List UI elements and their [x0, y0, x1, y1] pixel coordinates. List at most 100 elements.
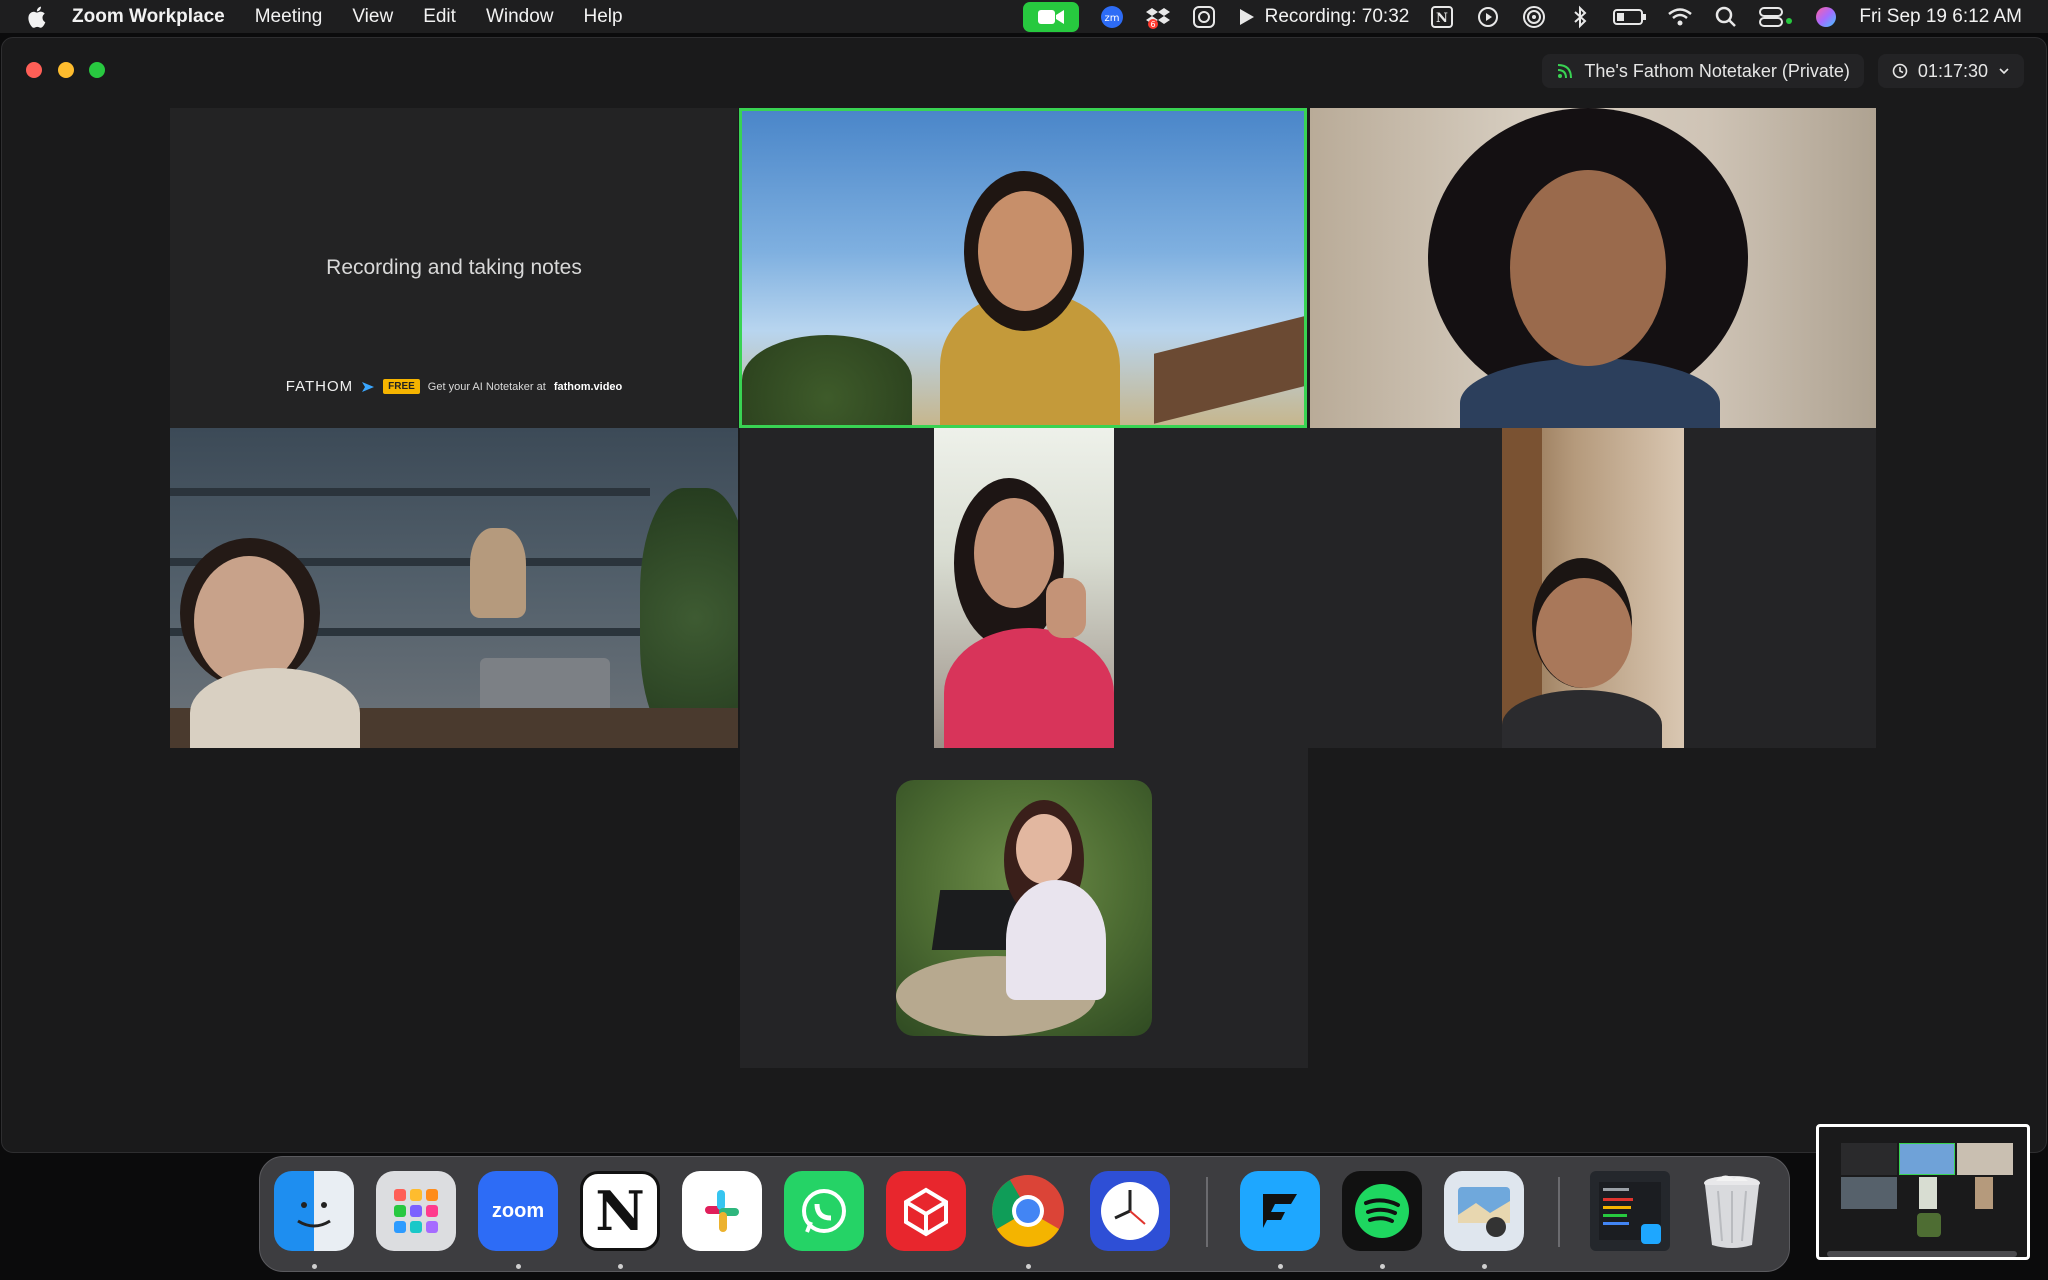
- bluetooth-icon[interactable]: [1567, 5, 1593, 29]
- aperture-icon[interactable]: [1191, 5, 1217, 29]
- menu-bar: Zoom Workplace Meeting View Edit Window …: [0, 0, 2048, 33]
- signal-icon: [1558, 64, 1573, 79]
- thumbnail-tile: [1841, 1177, 1897, 1209]
- clock-icon[interactable]: [1090, 1171, 1170, 1251]
- participant-face: [974, 498, 1054, 608]
- participant-video-6[interactable]: [896, 780, 1152, 1036]
- recording-status[interactable]: Recording: 70:32: [1237, 5, 1410, 28]
- railing: [1154, 316, 1304, 424]
- broadcast-icon: [1239, 8, 1254, 25]
- chevron-down-icon: [1999, 68, 2009, 75]
- running-indicator: [618, 1264, 623, 1269]
- participant-face: [1510, 170, 1666, 366]
- meeting-timer[interactable]: 01:17:30: [1877, 54, 2024, 88]
- dock-separator: [1558, 1177, 1560, 1247]
- fathom-promo-link[interactable]: fathom.video: [554, 381, 622, 393]
- thumbnail-dock: [1827, 1251, 2017, 1257]
- running-indicator: [312, 1264, 317, 1269]
- participant-video-4[interactable]: [934, 428, 1114, 748]
- menu-view[interactable]: View: [352, 6, 393, 28]
- window-preview-thumbnail[interactable]: [1816, 1124, 2030, 1260]
- camera-in-use-indicator[interactable]: [1022, 1, 1079, 32]
- menu-edit[interactable]: Edit: [423, 6, 456, 28]
- participant-face: [1536, 578, 1632, 688]
- thumbnail-tile: [1917, 1213, 1941, 1237]
- minimize-window-button[interactable]: [58, 62, 74, 78]
- participant-body: [944, 628, 1114, 748]
- fathom-icon[interactable]: [1240, 1171, 1320, 1251]
- notion-app-label: N: [595, 1179, 645, 1243]
- control-center-icon[interactable]: [1759, 5, 1793, 29]
- whatsapp-icon[interactable]: [784, 1171, 864, 1251]
- battery-icon[interactable]: [1613, 5, 1647, 29]
- clock-icon: [1892, 63, 1908, 79]
- fullscreen-window-button[interactable]: [89, 62, 105, 78]
- notification-count: 6: [1150, 20, 1155, 29]
- menu-meeting[interactable]: Meeting: [255, 6, 323, 28]
- recording-label: Recording: 70:32: [1264, 5, 1410, 27]
- menu-help[interactable]: Help: [584, 6, 623, 28]
- participant-video-2[interactable]: [1310, 108, 1876, 428]
- meeting-timer-text: 01:17:30: [1917, 60, 1988, 81]
- launchpad-icon[interactable]: [376, 1171, 456, 1251]
- siri-icon[interactable]: [1813, 5, 1839, 29]
- spotlight-search-icon[interactable]: [1713, 5, 1739, 29]
- fathom-mark-icon: [362, 381, 375, 392]
- bookshelf: [170, 488, 650, 496]
- airdrop-icon[interactable]: [1521, 5, 1547, 29]
- slack-icon[interactable]: [682, 1171, 762, 1251]
- thumbnail-tile: [1975, 1177, 1993, 1209]
- stacks-icon[interactable]: [1590, 1171, 1670, 1251]
- participant-body: [1502, 690, 1662, 748]
- preview-icon[interactable]: [1444, 1171, 1524, 1251]
- dropbox-icon[interactable]: 6: [1145, 5, 1171, 29]
- thumbnail-tile: [1899, 1143, 1955, 1175]
- notetaker-indicator[interactable]: The's Fathom Notetaker (Private): [1542, 54, 1864, 88]
- menu-clock[interactable]: Fri Sep 19 6:12 AM: [1859, 6, 2022, 28]
- thumbnail-tile: [1957, 1143, 2013, 1175]
- dock: zoom N: [259, 1156, 1790, 1272]
- zoom-app-label: zoom: [491, 1199, 545, 1222]
- notion-icon[interactable]: N: [580, 1171, 660, 1251]
- participant-video-active-speaker[interactable]: [739, 108, 1307, 428]
- participant-face: [978, 191, 1072, 311]
- menu-window[interactable]: Window: [486, 6, 554, 28]
- zoom-menu-icon[interactable]: zm: [1099, 5, 1125, 29]
- wifi-icon[interactable]: [1667, 5, 1693, 29]
- tree-foliage: [742, 335, 912, 425]
- fathom-footer: FATHOM FREE Get your AI Notetaker at fat…: [170, 378, 738, 395]
- notion-menu-glyph: N: [1436, 11, 1448, 26]
- trash-icon[interactable]: [1692, 1171, 1772, 1251]
- participant-body: [190, 668, 360, 748]
- notion-menu-icon[interactable]: N: [1429, 5, 1455, 29]
- participant-face: [1016, 814, 1072, 884]
- roboform-icon[interactable]: [886, 1171, 966, 1251]
- vase: [470, 528, 526, 618]
- notetaker-name: The's Fathom Notetaker (Private): [1584, 60, 1850, 81]
- apple-icon[interactable]: [26, 5, 50, 29]
- spotify-icon[interactable]: [1342, 1171, 1422, 1251]
- participant-video-5[interactable]: [1502, 428, 1684, 748]
- thumbnail-tile: [1919, 1177, 1937, 1209]
- zoom-icon[interactable]: zoom: [478, 1171, 558, 1251]
- dock-separator: [1206, 1177, 1208, 1247]
- running-indicator: [516, 1264, 521, 1269]
- video-camera-icon: [1037, 9, 1064, 24]
- play-circle-icon[interactable]: [1475, 5, 1501, 29]
- participant-face: [194, 556, 304, 686]
- close-window-button[interactable]: [26, 62, 42, 78]
- thumbnail-tile: [1841, 1143, 1897, 1175]
- fathom-notetaker-tile[interactable]: Recording and taking notes FATHOM FREE G…: [170, 108, 738, 428]
- participant-video-3[interactable]: [170, 428, 738, 748]
- zoom-badge-text: zm: [1104, 13, 1119, 24]
- app-name-menu[interactable]: Zoom Workplace: [72, 6, 225, 28]
- participant-body: [1006, 880, 1106, 1000]
- fathom-promo-text: Get your AI Notetaker at: [427, 380, 546, 393]
- meeting-info-bar: The's Fathom Notetaker (Private) 01:17:3…: [1542, 54, 2024, 88]
- running-indicator: [1380, 1264, 1385, 1269]
- chrome-icon[interactable]: [988, 1171, 1068, 1251]
- running-indicator: [1026, 1264, 1031, 1269]
- finder-icon[interactable]: [274, 1171, 354, 1251]
- fathom-logo: FATHOM: [285, 378, 354, 395]
- fathom-status-text: Recording and taking notes: [326, 256, 582, 279]
